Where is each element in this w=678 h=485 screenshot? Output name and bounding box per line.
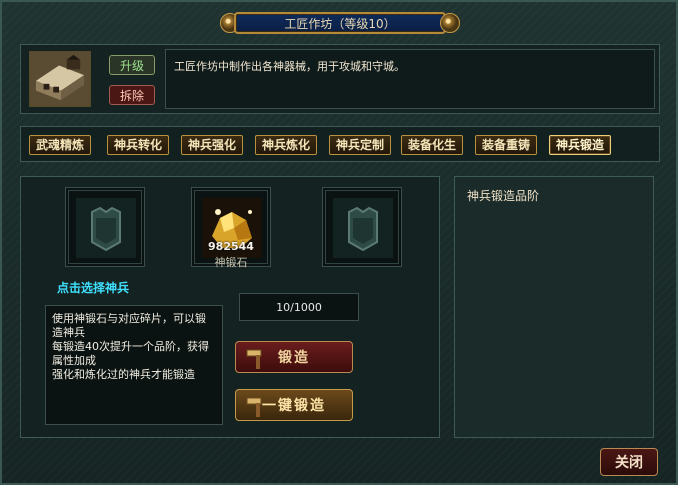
forge-grade-panel: 神兵锻造品阶 <box>454 176 654 438</box>
tab-equipment-transform[interactable]: 装备化生 <box>401 135 464 155</box>
close-button[interactable]: 关闭 <box>600 448 658 476</box>
select-weapon-link[interactable]: 点击选择神兵 <box>57 279 129 296</box>
tab-equipment-recast[interactable]: 装备重铸 <box>475 135 538 155</box>
forge-button[interactable]: 锻造 <box>235 341 353 373</box>
forge-all-button[interactable]: 一键锻造 <box>235 389 353 421</box>
weapon-slot[interactable] <box>65 187 145 267</box>
forge-instructions: 使用神锻石与对应碎片，可以锻造神兵 每锻造40次提升一个品阶，获得属性加成 强化… <box>45 305 223 425</box>
forge-stone-count: 982544 <box>208 240 254 253</box>
upgrade-button[interactable]: 升级 <box>109 55 155 75</box>
hammer-icon <box>246 397 262 417</box>
result-slot <box>322 187 402 267</box>
workshop-window: 工匠作坊（等级10） 升级 拆除 工匠作坊中制作出各神器械，用于攻城和守城。 武… <box>0 0 678 485</box>
armor-result-placeholder-icon <box>333 198 393 258</box>
tab-weapon-enhance[interactable]: 神兵强化 <box>181 135 244 155</box>
building-description: 工匠作坊中制作出各神器械，用于攻城和守城。 <box>165 49 655 109</box>
forge-progress: 10/1000 <box>239 293 359 321</box>
forge-stone-label: 神锻石 <box>214 256 248 269</box>
instruction-line: 使用神锻石与对应碎片，可以锻造神兵 <box>52 312 206 339</box>
forge-panel: 982544 神锻石 点击选择神兵 使用神锻石与对应碎片，可以锻造神兵 每锻造4… <box>20 176 440 438</box>
title-right-ornament-icon <box>440 13 460 33</box>
armor-placeholder-icon <box>76 198 136 258</box>
forge-all-button-label: 一键锻造 <box>262 398 326 414</box>
tab-weapon-smelt[interactable]: 神兵炼化 <box>255 135 318 155</box>
workshop-building-icon <box>29 51 91 107</box>
hammer-icon <box>246 349 262 369</box>
instruction-line: 每锻造40次提升一个品阶，获得属性加成 <box>52 340 209 367</box>
tab-wuhun-refine[interactable]: 武魂精炼 <box>29 135 92 155</box>
tab-weapon-forge[interactable]: 神兵锻造 <box>549 135 612 155</box>
tab-weapon-custom[interactable]: 神兵定制 <box>329 135 392 155</box>
window-title-bar: 工匠作坊（等级10） <box>220 10 460 38</box>
feature-tabs: 武魂精炼 神兵转化 神兵强化 神兵炼化 神兵定制 装备化生 装备重铸 神兵锻造 <box>20 126 660 162</box>
forge-button-label: 锻造 <box>278 350 310 366</box>
window-title: 工匠作坊（等级10） <box>234 12 446 34</box>
demolish-button[interactable]: 拆除 <box>109 85 155 105</box>
forge-grade-title: 神兵锻造品阶 <box>467 189 540 203</box>
instruction-line: 强化和炼化过的神兵才能锻造 <box>52 368 195 381</box>
tab-weapon-convert[interactable]: 神兵转化 <box>107 135 170 155</box>
building-info-panel: 升级 拆除 工匠作坊中制作出各神器械，用于攻城和守城。 <box>20 44 660 114</box>
forge-stone-slot[interactable]: 982544 神锻石 <box>191 187 271 269</box>
